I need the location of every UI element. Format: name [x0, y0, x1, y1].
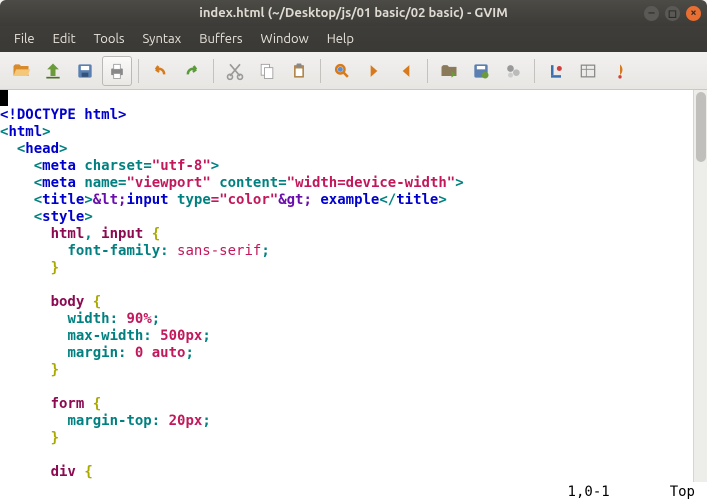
undo-icon[interactable]	[145, 56, 175, 86]
menu-edit[interactable]: Edit	[45, 30, 84, 48]
toolbar-separator	[320, 59, 321, 83]
toolbar-separator	[427, 59, 428, 83]
menu-window[interactable]: Window	[253, 30, 317, 48]
window-title: index.html (~/Desktop/js/01 basic/02 bas…	[199, 6, 508, 20]
toolbar-separator	[138, 59, 139, 83]
maximize-icon[interactable]: ◻	[665, 6, 680, 21]
save-all-icon[interactable]	[70, 56, 100, 86]
minimize-icon[interactable]: ‒	[644, 6, 659, 21]
open-icon[interactable]	[6, 56, 36, 86]
find-prev-icon[interactable]	[391, 56, 421, 86]
scrollbar-thumb[interactable]	[696, 92, 706, 162]
shell-icon[interactable]	[573, 56, 603, 86]
cursor-position: 1,0-1	[568, 484, 610, 500]
titlebar: index.html (~/Desktop/js/01 basic/02 bas…	[0, 0, 707, 26]
paste-icon[interactable]	[284, 56, 314, 86]
menubar: File Edit Tools Syntax Buffers Window He…	[0, 26, 707, 52]
menu-help[interactable]: Help	[319, 30, 362, 48]
menu-syntax[interactable]: Syntax	[135, 30, 190, 48]
statusbar: 1,0-1 Top	[0, 482, 707, 504]
menu-file[interactable]: File	[6, 30, 43, 48]
session-save-icon[interactable]	[466, 56, 496, 86]
session-load-icon[interactable]	[434, 56, 464, 86]
find-next-icon[interactable]	[359, 56, 389, 86]
scrollbar[interactable]	[693, 90, 707, 482]
menu-buffers[interactable]: Buffers	[191, 30, 250, 48]
copy-icon[interactable]	[252, 56, 282, 86]
cut-icon[interactable]	[220, 56, 250, 86]
make-icon[interactable]	[541, 56, 571, 86]
save-icon[interactable]	[38, 56, 68, 86]
code-editor[interactable]: <!DOCTYPE html> <html> <head> <meta char…	[0, 90, 693, 482]
close-icon[interactable]: ×	[686, 6, 701, 21]
toolbar-separator	[534, 59, 535, 83]
redo-icon[interactable]	[177, 56, 207, 86]
run-script-icon[interactable]	[498, 56, 528, 86]
cursor	[0, 90, 8, 106]
find-replace-icon[interactable]	[327, 56, 357, 86]
toolbar	[0, 52, 707, 90]
scroll-position: Top	[670, 484, 695, 500]
tags-icon[interactable]	[605, 56, 635, 86]
menu-tools[interactable]: Tools	[86, 30, 133, 48]
toolbar-separator	[213, 59, 214, 83]
print-icon[interactable]	[102, 56, 132, 86]
